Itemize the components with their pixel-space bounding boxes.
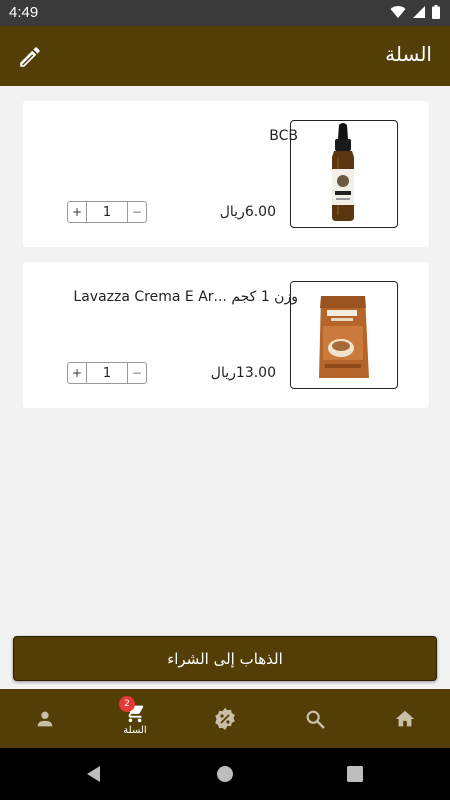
quantity-stepper: + 1 − <box>67 201 147 223</box>
battery-icon <box>432 5 440 19</box>
search-icon <box>306 710 325 728</box>
page-title: السلة <box>385 42 432 66</box>
status-icons <box>390 5 440 19</box>
system-nav-bar <box>0 748 450 800</box>
discount-icon <box>215 707 235 730</box>
bottom-nav: السلة 2 <box>0 689 450 748</box>
pencil-icon <box>20 47 40 67</box>
quantity-value: 1 <box>86 202 128 222</box>
person-icon <box>37 711 53 726</box>
decrease-button[interactable]: − <box>128 363 146 383</box>
product-image[interactable] <box>290 120 398 228</box>
nav-label-cart: السلة <box>123 724 147 736</box>
signal-icon <box>413 6 425 18</box>
home-icon <box>395 710 415 726</box>
dropper-bottle-image <box>303 121 385 226</box>
cart-count-badge: 2 <box>119 696 135 712</box>
status-time: 4:49 <box>9 4 39 21</box>
product-image[interactable] <box>290 281 398 389</box>
increase-button[interactable]: + <box>68 363 86 383</box>
checkout-button[interactable]: الذهاب إلى الشراء <box>13 636 437 681</box>
decrease-button[interactable]: − <box>128 202 146 222</box>
product-name: BCB <box>269 128 298 144</box>
product-name: وزن 1 كجم ...Lavazza Crema E Ar <box>73 289 298 305</box>
status-bar: 4:49 <box>0 0 450 26</box>
nav-item-search[interactable] <box>270 689 360 748</box>
recents-icon[interactable] <box>345 764 365 784</box>
quantity-value: 1 <box>86 363 128 383</box>
home-circle-icon[interactable] <box>215 764 235 784</box>
nav-item-offers[interactable] <box>180 689 270 748</box>
edit-button[interactable] <box>17 44 43 70</box>
app-bar: السلة <box>0 26 450 86</box>
increase-button[interactable]: + <box>68 202 86 222</box>
nav-item-profile[interactable] <box>0 689 90 748</box>
nav-item-home[interactable] <box>360 689 450 748</box>
product-price: 6.00ريال <box>219 204 276 220</box>
product-price: 13.00ريال <box>210 365 276 381</box>
coffee-bag-image <box>291 282 396 387</box>
cart-item: وزن 1 كجم ...Lavazza Crema E Ar 13.00ريا… <box>23 262 429 408</box>
quantity-stepper: + 1 − <box>67 362 147 384</box>
wifi-icon <box>390 6 406 19</box>
nav-item-cart[interactable]: السلة 2 <box>90 689 180 748</box>
back-icon[interactable] <box>84 764 104 784</box>
cart-item: BCB 6.00ريال + 1 − <box>23 101 429 247</box>
